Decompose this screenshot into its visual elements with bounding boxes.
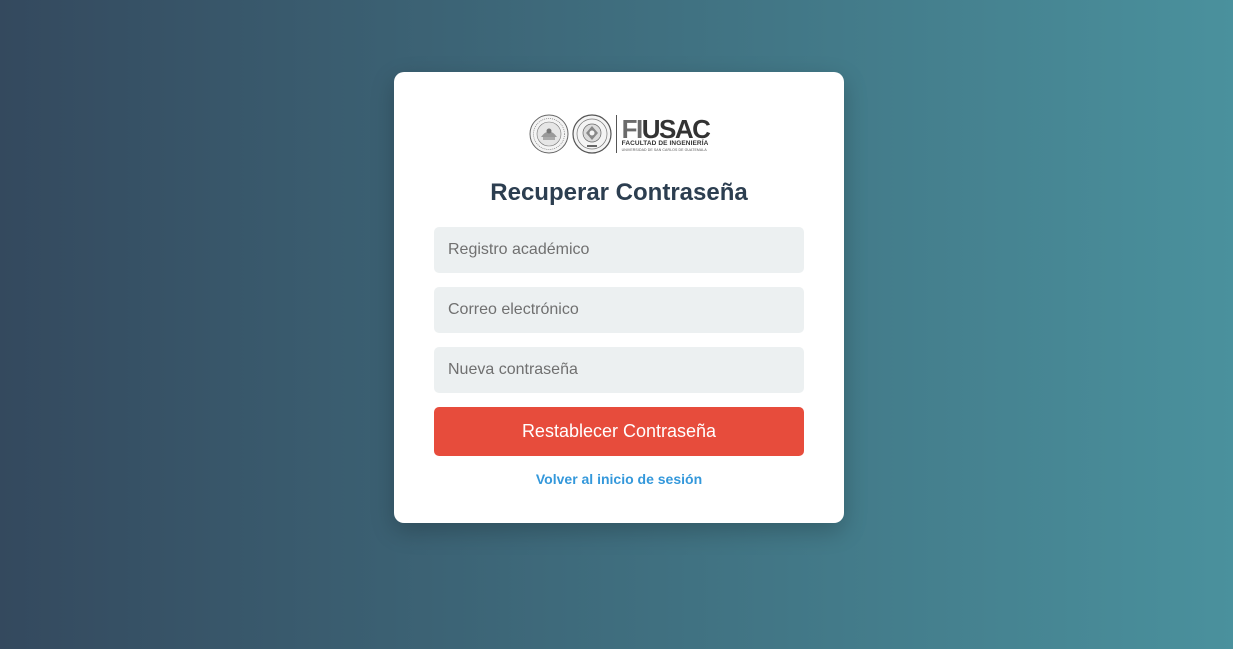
fiusac-logo: FIUSAC FACULTAD DE INGENIERÍA UNIVERSIDA… [434,113,804,155]
logo-divider [615,115,617,153]
reset-password-button[interactable]: Restablecer Contraseña [434,407,804,456]
logo-university-name: UNIVERSIDAD DE SAN CARLOS DE GUATEMALA [621,147,707,152]
email-input[interactable] [434,287,804,333]
reset-password-card: FIUSAC FACULTAD DE INGENIERÍA UNIVERSIDA… [394,72,844,523]
logo-wordmark: FIUSAC FACULTAD DE INGENIERÍA UNIVERSIDA… [621,116,711,152]
new-password-input[interactable] [434,347,804,393]
engineering-seal-icon [572,114,612,154]
reset-password-form: Restablecer Contraseña [434,227,804,456]
logo-brand: FIUSAC [622,116,711,142]
page-title: Recuperar Contraseña [490,179,748,206]
back-to-login-link[interactable]: Volver al inicio de sesión [434,471,804,487]
usac-seal-icon [529,114,569,154]
registro-academico-input[interactable] [434,227,804,273]
logo-faculty-name: FACULTAD DE INGENIERÍA [621,140,709,147]
